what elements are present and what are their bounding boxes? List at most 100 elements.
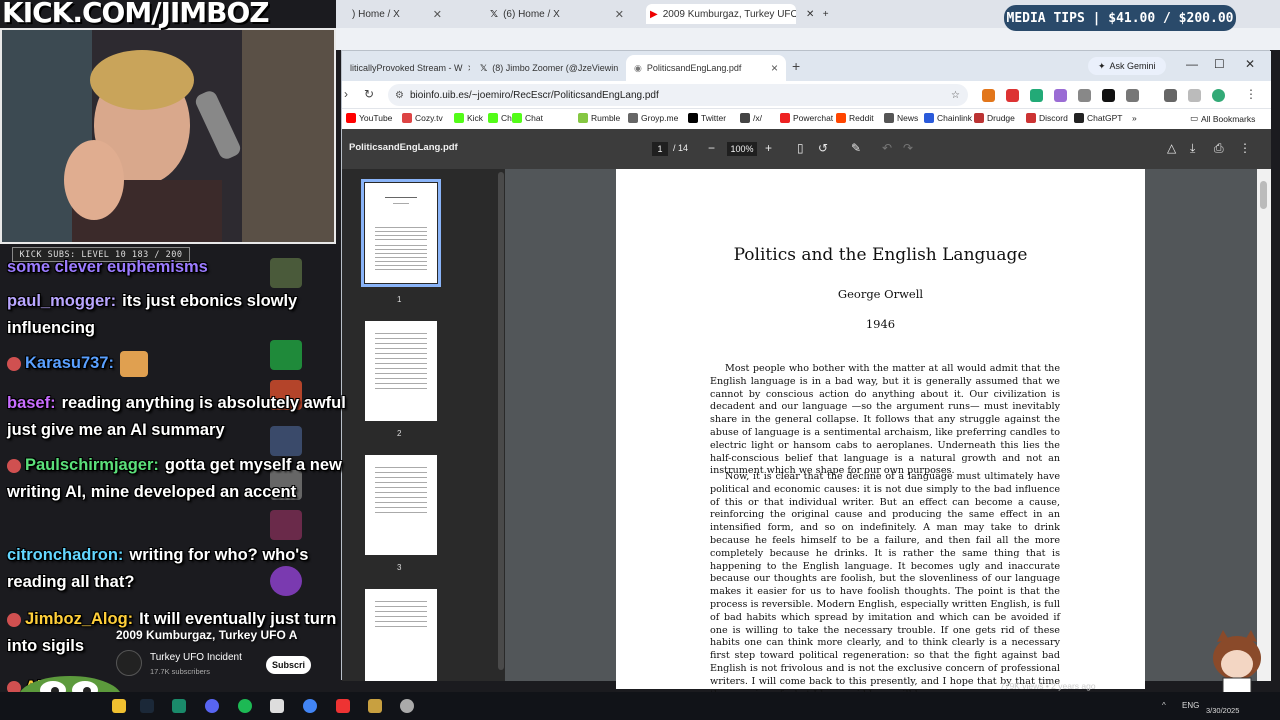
x-extension-icon[interactable] <box>1102 89 1115 102</box>
puzzle-icon[interactable] <box>1126 89 1139 102</box>
reload-icon[interactable]: ↻ <box>364 87 374 101</box>
menu-icon[interactable]: ⋮ <box>1245 87 1257 101</box>
pdf-filename: PoliticsandEngLang.pdf <box>349 142 458 153</box>
all-bookmarks-button[interactable]: ▭ All Bookmarks <box>1190 113 1255 124</box>
channel-name[interactable]: Turkey UFO Incident <box>150 652 242 663</box>
thumbnail-page-4[interactable] <box>365 589 437 681</box>
tab-twitter[interactable]: 𝕏(8) Jimbo Zoomer (@JzeViewin× <box>472 55 622 81</box>
close-icon[interactable]: × <box>771 61 778 75</box>
drive-icon[interactable]: △ <box>1167 141 1176 155</box>
fit-page-icon[interactable]: ▯ <box>797 141 804 155</box>
more-bookmarks-icon[interactable]: » <box>1132 113 1137 123</box>
bookmark-youtube[interactable]: YouTube <box>346 113 392 123</box>
annotate-icon[interactable]: ✎ <box>851 141 861 155</box>
file-explorer-icon[interactable] <box>112 699 126 713</box>
app-icon[interactable] <box>336 699 350 713</box>
scrollbar-thumb[interactable] <box>1260 181 1267 209</box>
extension-icon[interactable] <box>1054 89 1067 102</box>
thumbnail-page-1[interactable] <box>361 179 441 287</box>
profile-avatar[interactable] <box>1212 89 1225 102</box>
bookmark-label: Drudge <box>987 113 1015 123</box>
bookmark-discord[interactable]: Discord <box>1026 113 1068 123</box>
metamask-icon[interactable] <box>982 89 995 102</box>
close-icon[interactable]: ✕ <box>433 8 442 21</box>
chat-username: Jimboz_Alog: <box>25 610 134 628</box>
bookmark-kick[interactable]: Kick <box>454 113 483 123</box>
back-tab-home-2[interactable]: 𝕏 (6) Home / X ✕ <box>490 4 640 24</box>
undo-icon[interactable]: ↶ <box>882 141 892 155</box>
chat-message: some clever euphemisms <box>7 256 357 281</box>
rotate-icon[interactable]: ↺ <box>818 141 828 155</box>
download-icon[interactable]: ⤓ <box>1190 141 1195 156</box>
bookmark-chat[interactable]: Chat <box>512 113 543 123</box>
extension-icon[interactable] <box>1030 89 1043 102</box>
cast-icon[interactable] <box>1164 89 1177 102</box>
bookmark-powerchat[interactable]: Powerchat <box>780 113 833 123</box>
downloads-icon[interactable] <box>1188 89 1201 102</box>
chat-message: Karasu737: <box>7 350 357 377</box>
bookmarks-bar: YouTube Cozy.tv Kick Chat Chat Rumble Groyp.me… <box>342 109 1271 129</box>
chat-message: citronchadron: writing for who? who's rea… <box>7 542 357 596</box>
language-indicator[interactable]: ENG <box>1182 701 1199 710</box>
document-scrollbar[interactable] <box>1257 169 1271 681</box>
app-icon[interactable] <box>368 699 382 713</box>
bookmark-rumble[interactable]: Rumble <box>578 113 620 123</box>
spotify-icon[interactable] <box>238 699 252 713</box>
thumbnail-scrollbar[interactable] <box>498 172 504 670</box>
minimize-button[interactable]: — <box>1186 57 1198 71</box>
bookmark-twitter[interactable]: Twitter <box>688 113 726 123</box>
site-info-icon[interactable]: ⚙ <box>395 90 404 101</box>
discord-icon[interactable] <box>205 699 219 713</box>
folder-icon: ▭ <box>1190 113 1199 123</box>
media-tips-counter: MEDIA TIPS | $41.00 / $200.00 <box>1004 5 1236 31</box>
bookmark-x[interactable]: /x/ <box>740 113 762 123</box>
youtube-icon: ▶ <box>650 8 658 20</box>
steam-icon[interactable] <box>140 699 154 713</box>
bookmark-groyp-me[interactable]: Groyp.me <box>628 113 678 123</box>
tab-pdf[interactable]: ◉ PoliticsandEngLang.pdf × <box>626 55 786 81</box>
bookmark-label: Chat <box>525 113 543 123</box>
page-number-input[interactable]: 1 <box>652 142 668 156</box>
bookmark-reddit[interactable]: Reddit <box>836 113 874 123</box>
close-icon[interactable]: ✕ <box>615 8 624 21</box>
close-icon[interactable]: × <box>468 61 470 75</box>
ask-gemini-button[interactable]: ✦ Ask Gemini <box>1088 57 1166 75</box>
star-icon[interactable]: ☆ <box>951 90 960 101</box>
back-tab-home-1[interactable]: ) Home / X ✕ <box>352 4 472 24</box>
redo-icon[interactable]: ↷ <box>903 141 913 155</box>
forward-icon[interactable]: › <box>344 87 348 101</box>
subscribe-button[interactable]: Subscri <box>266 656 312 674</box>
app-icon[interactable] <box>172 699 186 713</box>
bookmark-favicon-icon <box>780 113 790 123</box>
video-title[interactable]: 2009 Kumburgaz, Turkey UFO A <box>116 628 297 642</box>
print-icon[interactable]: ⎙ <box>1214 141 1224 156</box>
bookmark-drudge[interactable]: Drudge <box>974 113 1015 123</box>
system-date[interactable]: 3/30/2025 <box>1206 706 1239 715</box>
back-tab-ufo[interactable]: ▶ 2009 Kumburgaz, Turkey UFO / <box>646 4 796 24</box>
chrome-icon[interactable] <box>303 699 317 713</box>
tray-chevron-icon[interactable]: ^ <box>1162 701 1166 710</box>
zoom-in-icon[interactable]: + <box>765 141 772 155</box>
bookmark-cozy-tv[interactable]: Cozy.tv <box>402 113 443 123</box>
maximize-button[interactable]: ☐ <box>1214 57 1225 71</box>
bookmark-chainlink[interactable]: Chainlink <box>924 113 972 123</box>
close-window-button[interactable]: ✕ <box>1245 57 1255 71</box>
more-icon[interactable]: ⋮ <box>1239 141 1251 155</box>
bookmark-news[interactable]: News <box>884 113 918 123</box>
thumbnail-page-3[interactable] <box>365 455 437 555</box>
chat-text: reading anything is absolutely awful jus… <box>7 394 346 439</box>
url-input[interactable]: ⚙ bioinfo.uib.es/~joemiro/RecEscr/Politi… <box>388 84 968 106</box>
app-icon[interactable] <box>270 699 284 713</box>
extension-icon[interactable] <box>1006 89 1019 102</box>
tab-stream[interactable]: liticallyProvoked Stream - W× <box>342 55 470 81</box>
new-tab-button[interactable]: + <box>792 58 800 74</box>
extension-icon[interactable] <box>1078 89 1091 102</box>
bookmark-favicon-icon <box>488 113 498 123</box>
thumbnail-page-2[interactable] <box>365 321 437 421</box>
zoom-out-icon[interactable]: − <box>708 141 715 155</box>
zoom-input[interactable]: 100% <box>727 142 757 156</box>
bookmark-chatgpt[interactable]: ChatGPT <box>1074 113 1122 123</box>
taskbar: ^ ENG 3/30/2025 <box>0 692 1280 720</box>
obs-icon[interactable] <box>400 699 414 713</box>
new-tab-button[interactable]: ✕ + <box>806 4 829 24</box>
